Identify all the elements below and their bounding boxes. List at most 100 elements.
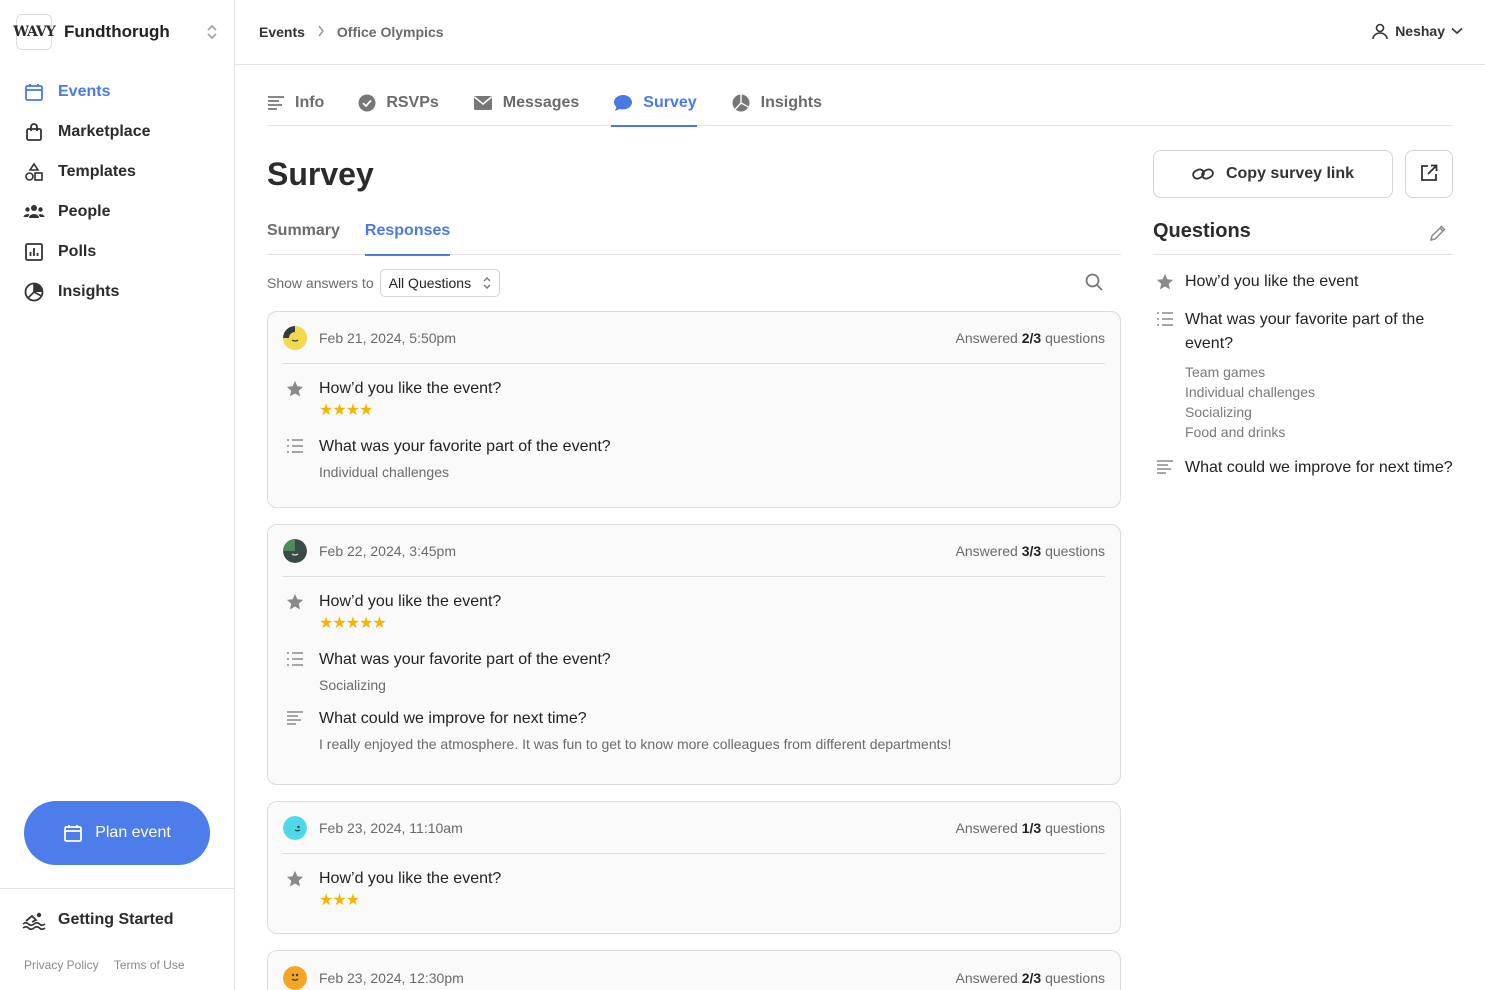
filter-label: Show answers to [267, 275, 374, 291]
answer-text: I really enjoyed the atmosphere. It was … [319, 736, 952, 752]
question-text: What was your favorite part of the event… [319, 651, 611, 668]
star-rating: ★★★ [319, 892, 360, 909]
question-text: How’d you like the event? [319, 870, 502, 887]
question-options: Team games Individual challenges Sociali… [1185, 362, 1453, 442]
tab-label: Info [295, 94, 325, 111]
question-text: What was your favorite part of the event… [319, 438, 611, 455]
response-card: Feb 22, 2024, 3:45pm Answered 3/3 questi… [267, 524, 1121, 785]
option-item: Team games [1185, 364, 1266, 380]
avatar [283, 966, 307, 990]
tab-messages[interactable]: Messages [473, 80, 580, 126]
calendar-icon [63, 823, 83, 843]
sidebar-item-marketplace[interactable]: Marketplace [22, 112, 212, 152]
star-icon [286, 380, 304, 398]
breadcrumb: Events Office Olympics [259, 24, 444, 40]
shapes-icon [22, 160, 46, 184]
question-item[interactable]: What could we improve for next time? [1153, 456, 1453, 480]
copy-survey-link-button[interactable]: Copy survey link [1153, 150, 1393, 198]
org-switcher[interactable]: WAVY Fundthorugh [13, 14, 220, 50]
tab-survey[interactable]: Survey [611, 80, 698, 127]
status-prefix: Answered [955, 819, 1018, 836]
event-tabs: Info RSVPs Messages Survey Insights [267, 80, 1453, 127]
response-date: Feb 22, 2024, 3:45pm [319, 542, 456, 559]
privacy-policy-link[interactable]: Privacy Policy [24, 958, 99, 972]
tab-insights[interactable]: Insights [731, 80, 822, 126]
subtab-responses[interactable]: Responses [364, 214, 451, 256]
text-lines-icon [267, 95, 285, 111]
filter-selected-value: All Questions [388, 275, 472, 291]
question-item[interactable]: What was your favorite part of the event… [1153, 308, 1453, 442]
subtab-summary[interactable]: Summary [267, 214, 340, 255]
question-filter-select[interactable]: All Questions [379, 269, 501, 297]
tab-rsvps[interactable]: RSVPs [358, 80, 439, 126]
answered-count: 1/3 [1021, 819, 1042, 836]
star-icon [286, 870, 304, 888]
getting-started-link[interactable]: Getting Started [22, 908, 174, 932]
question-item[interactable]: How’d you like the event [1153, 270, 1453, 294]
top-header: Events Office Olympics Neshay [235, 0, 1485, 65]
status-prefix: Answered [955, 542, 1018, 559]
question-text: How’d you like the event [1185, 273, 1359, 290]
plan-event-label: Plan event [95, 824, 171, 841]
sidebar-item-polls[interactable]: Polls [22, 232, 212, 272]
open-survey-button[interactable] [1405, 150, 1453, 198]
avatar [283, 325, 307, 350]
user-menu[interactable]: Neshay [1371, 22, 1463, 40]
option-item: Socializing [1185, 404, 1252, 420]
sidebar-item-label: Marketplace [58, 123, 151, 140]
tab-info[interactable]: Info [267, 80, 324, 126]
status-suffix: questions [1045, 970, 1105, 986]
user-icon [1371, 22, 1389, 40]
chat-bubble-icon [613, 94, 633, 112]
survey-subtabs: Summary Responses [267, 214, 1121, 256]
status-suffix: questions [1045, 542, 1105, 559]
status-prefix: Answered [955, 970, 1018, 986]
answer-item: How’d you like the event? ★★★★★ [268, 591, 1120, 633]
envelope-icon [473, 95, 493, 111]
calendar-icon [22, 80, 46, 104]
response-date: Feb 23, 2024, 11:10am [319, 819, 463, 836]
chevron-right-icon [317, 24, 325, 40]
tab-label: Messages [502, 94, 580, 111]
response-card-header: Feb 23, 2024, 12:30pm Answered 2/3 quest… [283, 951, 1105, 990]
response-card-header: Feb 22, 2024, 3:45pm Answered 3/3 questi… [283, 525, 1105, 577]
tab-label: RSVPs [386, 94, 439, 111]
avatar [283, 538, 307, 563]
star-rating: ★★★★ [319, 402, 373, 419]
response-status: Answered 3/3 questions [956, 543, 1105, 559]
sidebar-item-events[interactable]: Events [22, 72, 212, 112]
answer-item: What could we improve for next time? I r… [268, 708, 1120, 753]
list-icon [1156, 311, 1174, 327]
response-card: Feb 23, 2024, 12:30pm Answered 2/3 quest… [267, 950, 1121, 990]
swimmer-icon [22, 908, 46, 932]
question-text: How’d you like the event? [319, 380, 502, 397]
sidebar-item-templates[interactable]: Templates [22, 152, 212, 192]
plan-event-button[interactable]: Plan event [24, 801, 210, 865]
sidebar-item-label: Insights [58, 283, 120, 300]
questions-panel-title: Questions [1153, 220, 1453, 255]
pencil-icon[interactable] [1429, 224, 1447, 242]
star-icon [286, 593, 304, 611]
sidebar-item-insights[interactable]: Insights [22, 272, 212, 312]
footer-links: Privacy Policy Terms of Use [24, 958, 197, 972]
response-card-header: Feb 23, 2024, 11:10am Answered 1/3 quest… [283, 802, 1105, 854]
breadcrumb-events[interactable]: Events [259, 24, 305, 40]
response-card-header: Feb 21, 2024, 5:50pm Answered 2/3 questi… [283, 312, 1105, 364]
response-status: Answered 2/3 questions [956, 970, 1105, 986]
response-date: Feb 23, 2024, 12:30pm [319, 970, 464, 986]
page-title: Survey [267, 156, 374, 192]
question-text: What could we improve for next time? [319, 710, 587, 727]
sidebar-divider [0, 888, 234, 889]
tab-label: Survey [643, 94, 697, 111]
sidebar-item-label: Polls [58, 243, 97, 260]
questions-list: How’d you like the event What was your f… [1153, 270, 1453, 494]
answered-count: 2/3 [1021, 329, 1042, 346]
terms-of-use-link[interactable]: Terms of Use [114, 958, 185, 972]
sidebar-item-label: Events [58, 83, 111, 100]
search-icon[interactable] [1085, 273, 1103, 291]
sidebar-item-people[interactable]: People [22, 192, 212, 232]
answer-text: Socializing [319, 677, 386, 693]
response-date: Feb 21, 2024, 5:50pm [319, 329, 456, 346]
response-card: Feb 21, 2024, 5:50pm Answered 2/3 questi… [267, 311, 1121, 508]
questions-title-text: Questions [1153, 220, 1251, 242]
